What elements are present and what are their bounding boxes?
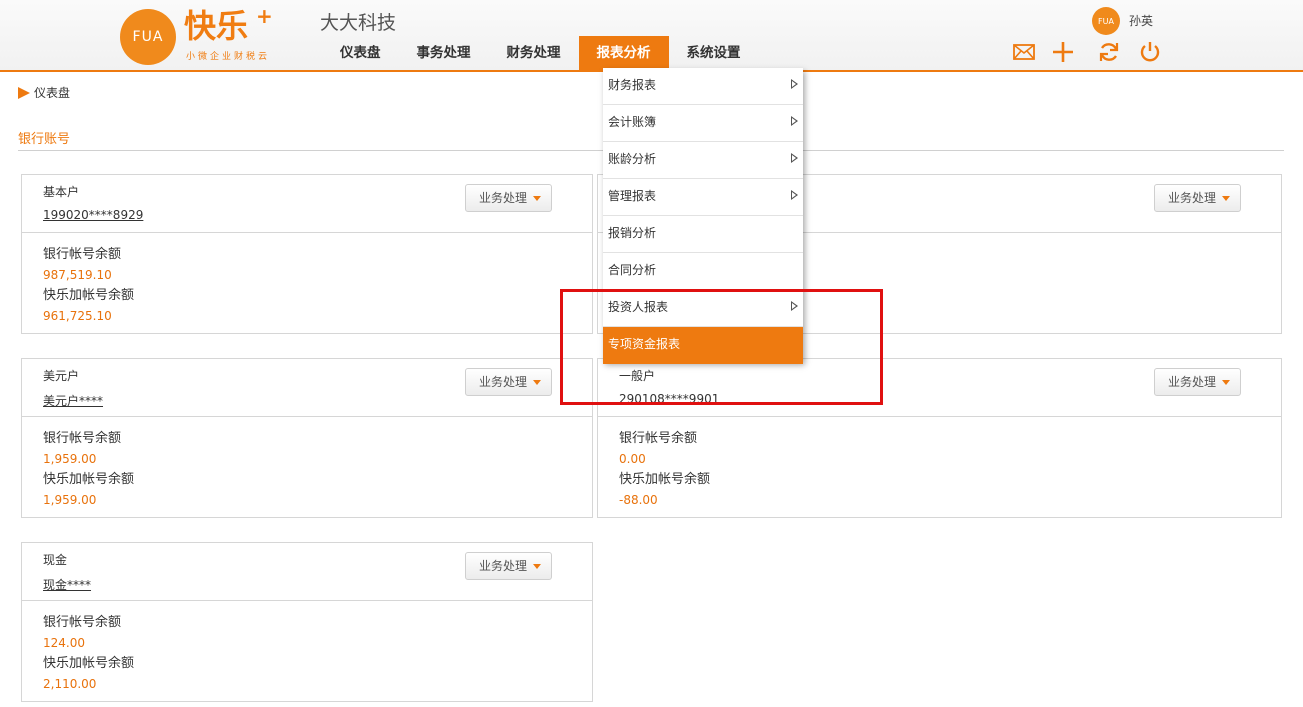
menu-item-special-fund-reports[interactable]: 专项资金报表 — [603, 327, 803, 364]
breadcrumb: 仪表盘 — [18, 84, 70, 101]
submenu-arrow-icon — [791, 153, 798, 163]
kuaile-balance-value: 1,959.00 — [43, 493, 97, 507]
menu-item-ledgers[interactable]: 会计账簿 — [603, 105, 803, 142]
bank-balance-label: 银行帐号余额 — [43, 431, 122, 446]
card-body: 银行帐号余额 987,519.10 快乐加帐号余额 961,725.10 — [22, 233, 592, 327]
nav-settings[interactable]: 系统设置 — [669, 36, 759, 70]
account-name: 美元户 — [43, 369, 80, 383]
bank-balance-value: 987,519.10 — [43, 268, 112, 282]
account-number: 290108****9901 — [619, 392, 720, 406]
menu-item-label: 管理报表 — [608, 189, 657, 203]
caret-down-icon — [533, 564, 541, 569]
account-name: 一般户 — [619, 369, 656, 383]
submenu-arrow-icon — [791, 79, 798, 89]
menu-item-expense-analysis[interactable]: 报销分析 — [603, 216, 803, 253]
menu-item-label: 会计账簿 — [608, 115, 657, 129]
caret-down-icon — [1222, 380, 1230, 385]
menu-item-label: 专项资金报表 — [608, 337, 681, 351]
card-header: 美元户 美元户**** 业务处理 — [22, 359, 592, 417]
caret-down-icon — [533, 196, 541, 201]
business-dropdown-button[interactable]: 业务处理 — [465, 368, 552, 396]
kuaile-balance-label: 快乐加帐号余额 — [619, 472, 711, 487]
kuaile-balance-label: 快乐加帐号余额 — [43, 472, 135, 487]
menu-item-label: 报销分析 — [608, 226, 657, 240]
menu-item-label: 财务报表 — [608, 78, 657, 92]
avatar[interactable]: FUA — [1092, 7, 1120, 35]
button-label: 业务处理 — [479, 375, 528, 389]
main-nav: 仪表盘 事务处理 财务处理 报表分析 系统设置 — [322, 36, 759, 70]
card-body: 银行帐号余额 0.00 快乐加帐号余额 -88.00 — [598, 417, 1281, 511]
refresh-icon[interactable] — [1097, 40, 1121, 64]
bank-balance-label: 银行帐号余额 — [43, 247, 122, 262]
nav-finance[interactable]: 财务处理 — [489, 36, 579, 70]
kuaile-balance-value: -88.00 — [619, 493, 658, 507]
breadcrumb-arrow-icon — [18, 86, 30, 99]
account-name: 基本户 — [43, 185, 80, 199]
nav-dashboard[interactable]: 仪表盘 — [322, 36, 399, 70]
card-header: 一般户 290108****9901 业务处理 — [598, 359, 1281, 417]
bank-balance-value: 0.00 — [619, 452, 646, 466]
reports-dropdown-menu: 财务报表 会计账簿 账龄分析 管理报表 报销分析 合同分析 投资人报表 专项资金… — [603, 68, 803, 364]
card-header: 基本户 199020****8929 业务处理 — [22, 175, 592, 233]
business-dropdown-button[interactable]: 业务处理 — [465, 184, 552, 212]
kuaile-balance-value: 961,725.10 — [43, 309, 112, 323]
submenu-arrow-icon — [791, 301, 798, 311]
logo-plus: + — [256, 4, 273, 28]
card-body: 银行帐号余额 124.00 快乐加帐号余额 2,110.00 — [22, 601, 592, 695]
account-card-basic: 基本户 199020****8929 业务处理 银行帐号余额 987,519.1… — [21, 174, 593, 334]
kuaile-balance-value: 2,110.00 — [43, 677, 97, 691]
bank-balance-label: 银行帐号余额 — [43, 615, 122, 630]
card-header: 现金 现金**** 业务处理 — [22, 543, 592, 601]
power-icon[interactable] — [1138, 40, 1162, 64]
logo-slogan: 小微企业财税云 — [186, 52, 271, 62]
business-dropdown-button[interactable]: 业务处理 — [465, 552, 552, 580]
caret-down-icon — [1222, 196, 1230, 201]
menu-item-aging-analysis[interactable]: 账龄分析 — [603, 142, 803, 179]
user-name[interactable]: 孙英 — [1129, 12, 1153, 29]
breadcrumb-item[interactable]: 仪表盘 — [34, 84, 70, 101]
button-label: 业务处理 — [1168, 375, 1217, 389]
card-body: 银行帐号余额 1,959.00 快乐加帐号余额 1,959.00 — [22, 417, 592, 511]
menu-item-label: 投资人报表 — [608, 300, 669, 314]
account-card-cash: 现金 现金**** 业务处理 银行帐号余额 124.00 快乐加帐号余额 2,1… — [21, 542, 593, 702]
button-label: 业务处理 — [479, 559, 528, 573]
logo-badge[interactable]: FUA — [120, 9, 176, 65]
button-label: 业务处理 — [479, 191, 528, 205]
menu-item-label: 合同分析 — [608, 263, 657, 277]
business-dropdown-button[interactable]: 业务处理 — [1154, 184, 1241, 212]
bank-balance-value: 1,959.00 — [43, 452, 97, 466]
nav-reports[interactable]: 报表分析 — [578, 36, 669, 70]
logo-text: 快乐 — [184, 7, 249, 45]
kuaile-balance-label: 快乐加帐号余额 — [43, 288, 135, 303]
menu-item-label: 账龄分析 — [608, 152, 657, 166]
account-number-link[interactable]: 199020****8929 — [43, 208, 143, 222]
submenu-arrow-icon — [791, 190, 798, 200]
submenu-arrow-icon — [791, 116, 798, 126]
nav-transactions[interactable]: 事务处理 — [399, 36, 489, 70]
menu-item-financial-statements[interactable]: 财务报表 — [603, 68, 803, 105]
company-name: 大大科技 — [320, 12, 397, 34]
account-card-usd: 美元户 美元户**** 业务处理 银行帐号余额 1,959.00 快乐加帐号余额… — [21, 358, 593, 518]
account-name: 现金 — [43, 553, 68, 567]
menu-item-investor-reports[interactable]: 投资人报表 — [603, 290, 803, 327]
menu-item-contract-analysis[interactable]: 合同分析 — [603, 253, 803, 290]
mail-icon[interactable] — [1012, 40, 1036, 64]
bank-balance-value: 124.00 — [43, 636, 85, 650]
menu-item-management-reports[interactable]: 管理报表 — [603, 179, 803, 216]
button-label: 业务处理 — [1168, 191, 1217, 205]
business-dropdown-button[interactable]: 业务处理 — [1154, 368, 1241, 396]
caret-down-icon — [533, 380, 541, 385]
plus-icon[interactable] — [1051, 40, 1075, 64]
bank-balance-label: 银行帐号余额 — [619, 431, 698, 446]
top-header: FUA 快乐 + 小微企业财税云 大大科技 仪表盘 事务处理 财务处理 报表分析… — [0, 0, 1303, 72]
account-card-general: 一般户 290108****9901 业务处理 银行帐号余额 0.00 快乐加帐… — [597, 358, 1282, 518]
kuaile-balance-label: 快乐加帐号余额 — [43, 656, 135, 671]
section-title: 银行账号 — [18, 132, 71, 147]
account-number-link[interactable]: 美元户**** — [43, 392, 103, 409]
account-number-link[interactable]: 现金**** — [43, 576, 91, 593]
